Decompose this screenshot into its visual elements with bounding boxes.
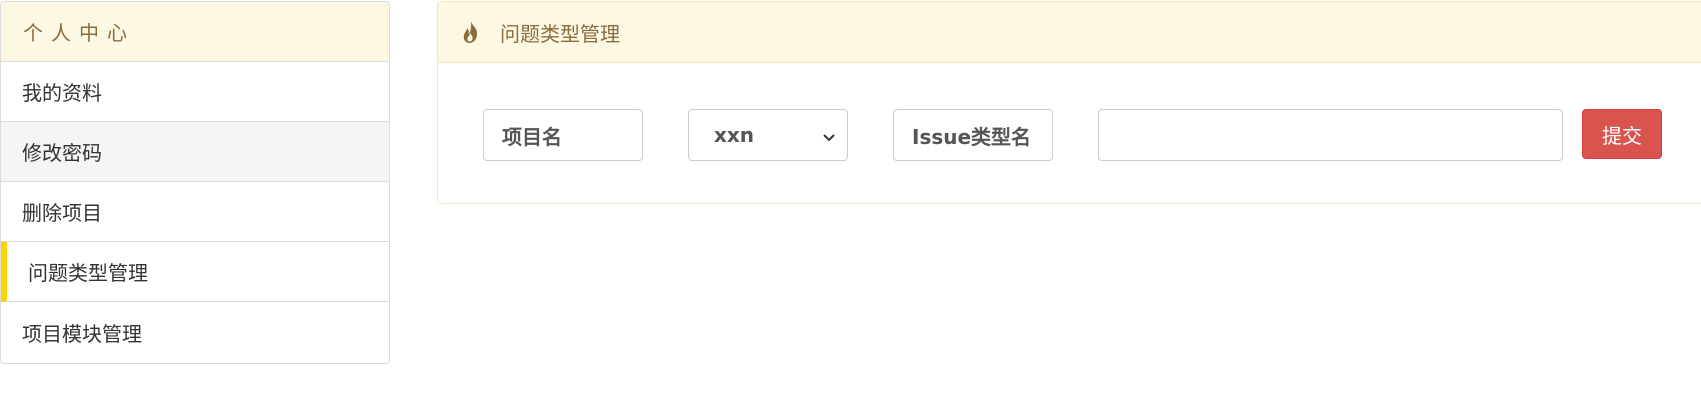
project-select-value: xxn — [714, 123, 755, 147]
issue-type-input-wrapper[interactable] — [1098, 109, 1563, 161]
panel-heading: 问题类型管理 — [438, 2, 1701, 63]
issue-type-input[interactable] — [1111, 109, 1550, 161]
sidebar-item-label: 我的资料 — [22, 81, 102, 105]
sidebar: 个人中心 我的资料 修改密码 删除项目 问题类型管理 项目模块管理 — [0, 1, 390, 364]
sidebar-item-issue-type-management[interactable]: 问题类型管理 — [1, 242, 389, 302]
project-name-label: 项目名 — [483, 109, 643, 161]
sidebar-item-label: 删除项目 — [22, 201, 102, 225]
panel-body: 项目名 xxn Issue类型名 提交 — [438, 63, 1701, 203]
sidebar-title: 个人中心 — [1, 2, 389, 62]
submit-button[interactable]: 提交 — [1582, 109, 1662, 159]
issue-type-panel: 问题类型管理 项目名 xxn Issue类型名 提交 — [437, 1, 1701, 204]
fire-icon — [460, 20, 482, 44]
sidebar-item-label: 修改密码 — [22, 141, 102, 165]
sidebar-item-my-profile[interactable]: 我的资料 — [1, 62, 389, 122]
panel-title: 问题类型管理 — [500, 21, 620, 46]
sidebar-item-label: 项目模块管理 — [22, 321, 142, 346]
project-select[interactable]: xxn — [688, 109, 848, 161]
sidebar-item-delete-project[interactable]: 删除项目 — [1, 182, 389, 242]
chevron-down-icon — [821, 126, 837, 142]
sidebar-item-module-management[interactable]: 项目模块管理 — [1, 302, 389, 362]
sidebar-item-change-password[interactable]: 修改密码 — [1, 122, 389, 182]
sidebar-item-label: 问题类型管理 — [28, 261, 148, 285]
issue-type-name-label: Issue类型名 — [893, 109, 1053, 161]
